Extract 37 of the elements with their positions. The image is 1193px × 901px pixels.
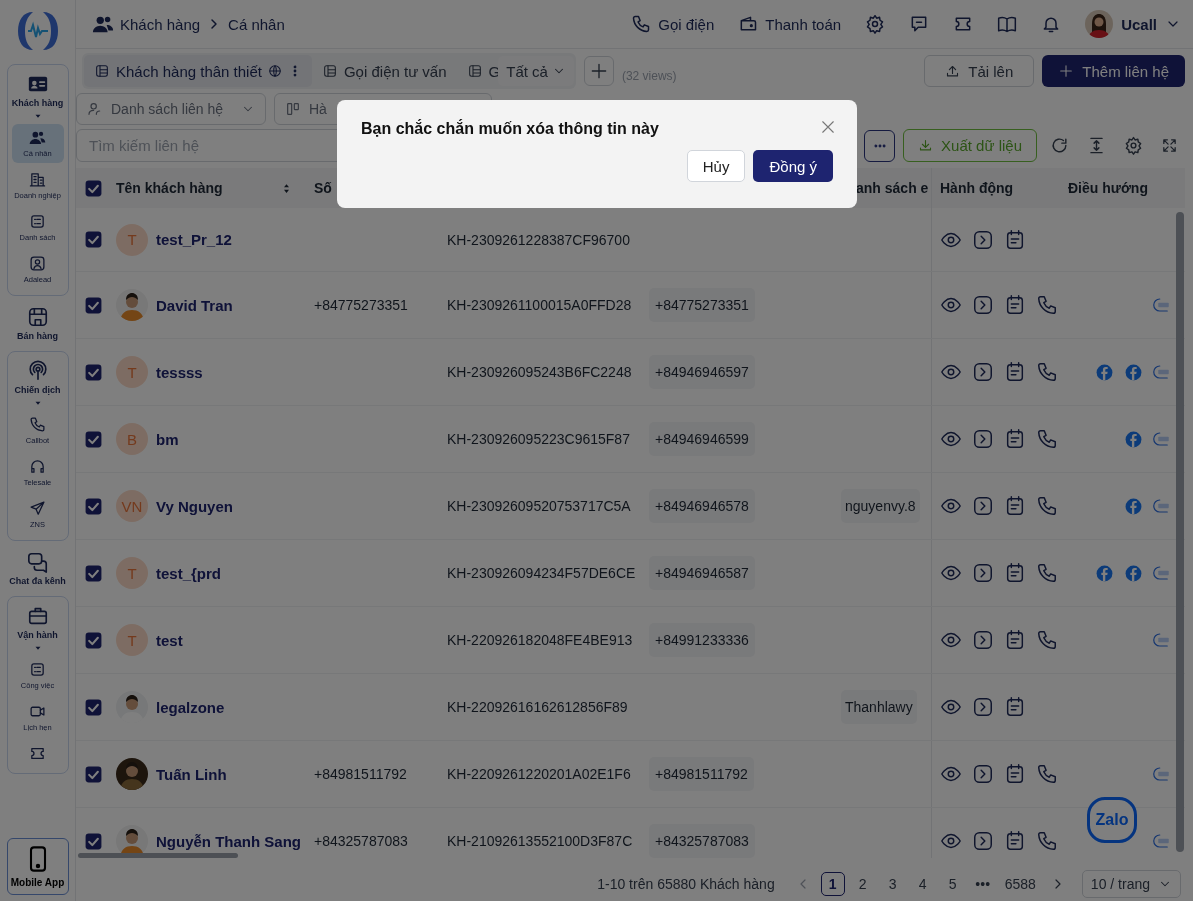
column-header: anh sách e: [856, 180, 929, 196]
phone-tag: +84946946597: [649, 355, 755, 389]
email-tag: Thanhlawy: [841, 690, 917, 724]
avatar: T: [116, 557, 148, 589]
phone-tag: +84991233336: [649, 623, 755, 657]
table-cell: +84981511792: [314, 766, 407, 782]
avatar: T: [116, 356, 148, 388]
avatar: T: [116, 624, 148, 656]
column-header: Số: [314, 180, 332, 196]
table-cell: +84775273351: [314, 297, 408, 313]
avatar: VN: [116, 490, 148, 522]
column-header: Hành động: [940, 180, 1014, 196]
table-cell: KH-2309261228387CF96700: [447, 231, 630, 248]
phone-tag: +84946946578: [649, 489, 755, 523]
dialog-title: Bạn chắc chắn muốn xóa thông tin này: [361, 120, 659, 138]
table-cell: KH-23092609520753717C5A: [447, 498, 631, 514]
pagination-summary: 1-10 trên 65880 Khách hàng: [597, 875, 775, 892]
breadcrumb-item: Cá nhân: [228, 15, 285, 33]
phone-tag: +84325787083: [649, 824, 755, 858]
column-header: Điều hướng: [1068, 180, 1148, 196]
email-tag: nguyenvy.8: [841, 489, 920, 523]
table-cell: KH-230926095243B6FC2248: [447, 364, 632, 380]
table-cell: +84325787083: [314, 833, 408, 849]
column-header: Tên khách hàng: [116, 180, 223, 196]
avatar: B: [116, 423, 148, 455]
table-cell: KH-230926095223C9615F87: [447, 431, 630, 447]
table-cell: KH-230926094234F57DE6CE: [447, 565, 636, 581]
table-cell: KH-22092616162612856F89: [447, 699, 628, 715]
avatar: T: [116, 223, 148, 256]
phone-tag: +84946946599: [649, 422, 755, 456]
table-cell: KH-2309261100015A0FFD28: [447, 297, 632, 313]
table-cell: KH-2209261220201A02E1F6: [447, 766, 631, 782]
phone-tag: +84981511792: [649, 757, 754, 791]
table-cell: KH-220926182048FE4BE913: [447, 632, 633, 648]
phone-tag: +84775273351: [649, 288, 755, 322]
table-cell: KH-21092613552100D3F87C: [447, 833, 633, 849]
phone-tag: +84946946587: [649, 556, 755, 590]
